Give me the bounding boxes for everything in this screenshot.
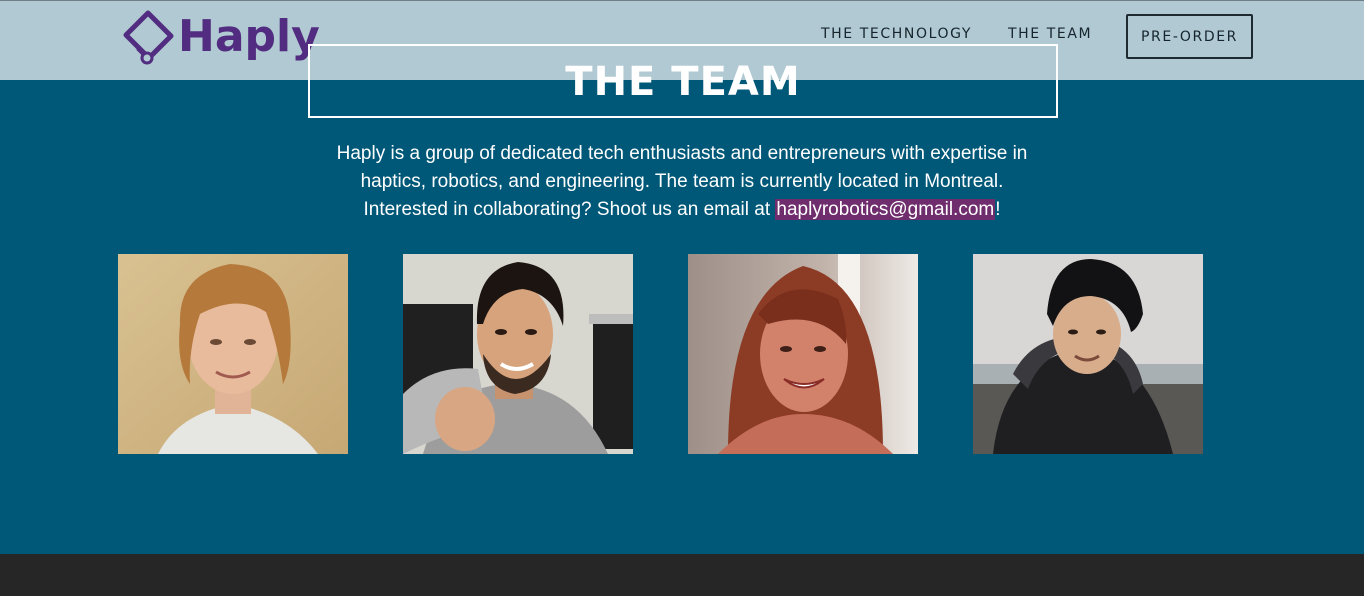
- pre-order-button[interactable]: PRE-ORDER: [1126, 14, 1253, 59]
- intro-line-2: haptics, robotics, and engineering. The …: [360, 171, 1004, 192]
- diamond-pin-logo-icon: [123, 10, 174, 65]
- team-photo-3: [688, 254, 918, 454]
- nav-item-team[interactable]: THE TEAM: [1008, 26, 1092, 42]
- team-photo-2: [403, 254, 633, 454]
- portrait-image: [403, 254, 633, 454]
- intro-line-3: Interested in collaborating? Shoot us an…: [282, 196, 1082, 224]
- footer-bar: [0, 554, 1364, 596]
- intro-line-1: Haply is a group of dedicated tech enthu…: [336, 143, 1028, 164]
- nav-item-technology[interactable]: THE TECHNOLOGY: [821, 26, 972, 42]
- brand-logo[interactable]: Haply: [118, 8, 320, 70]
- portrait-image: [973, 254, 1203, 454]
- team-intro-text: Haply is a group of dedicated tech enthu…: [282, 140, 1082, 224]
- intro-line-3-prefix: Interested in collaborating? Shoot us an…: [363, 199, 776, 220]
- team-photo-1: [118, 254, 348, 454]
- portrait-image: [688, 254, 918, 454]
- intro-line-3-suffix: !: [995, 199, 1001, 220]
- section-title-box: THE TEAM: [308, 44, 1058, 118]
- brand-name: Haply: [178, 11, 320, 62]
- team-photo-4: [973, 254, 1203, 454]
- section-title: THE TEAM: [565, 59, 801, 105]
- email-link[interactable]: haplyrobotics@gmail.com: [775, 199, 996, 220]
- portrait-image: [118, 254, 348, 454]
- top-border: [0, 0, 1364, 1]
